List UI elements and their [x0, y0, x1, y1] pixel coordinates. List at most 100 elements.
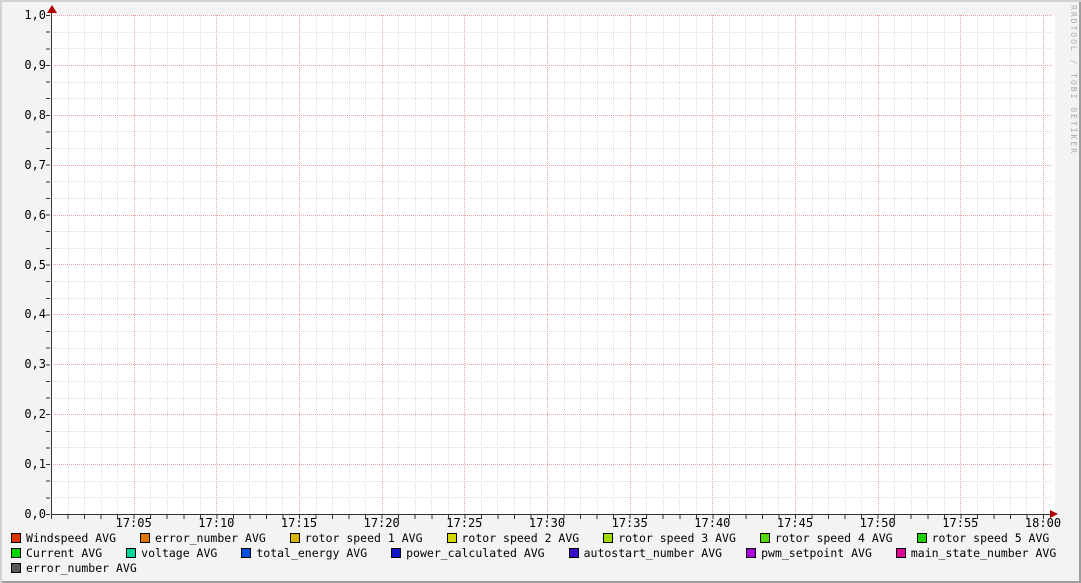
legend-item: rotor speed 5 AVG — [917, 531, 1050, 545]
legend-item: autostart_number AVG — [569, 546, 722, 560]
y-tick-label: 0,2 — [6, 408, 46, 420]
legend-item: Windspeed AVG — [11, 531, 116, 545]
legend-item: main_state_number AVG — [896, 546, 1056, 560]
y-tick-label: 0,0 — [6, 508, 46, 520]
x-tick-label: 17:25 — [442, 517, 486, 529]
y-tick-label: 0,3 — [6, 358, 46, 370]
legend-row: error_number AVG — [11, 560, 1056, 575]
y-tick-label: 0,8 — [6, 109, 46, 121]
legend-color-swatch — [290, 533, 300, 543]
legend-label: rotor speed 1 AVG — [305, 531, 423, 545]
y-tick-label: 0,9 — [6, 59, 46, 71]
legend-item: rotor speed 2 AVG — [447, 531, 580, 545]
legend-label: rotor speed 4 AVG — [775, 531, 893, 545]
legend-color-swatch — [11, 533, 21, 543]
legend-label: pwm_setpoint AVG — [761, 546, 872, 560]
legend-item: power_calculated AVG — [391, 546, 544, 560]
legend-color-swatch — [569, 548, 579, 558]
x-tick-label: 17:15 — [277, 517, 321, 529]
legend-color-swatch — [603, 533, 613, 543]
x-tick-label: 17:45 — [773, 517, 817, 529]
legend-color-swatch — [447, 533, 457, 543]
legend-color-swatch — [140, 533, 150, 543]
legend-item: Current AVG — [11, 546, 102, 560]
y-axis-line — [51, 9, 52, 514]
gridline-horizontal — [51, 281, 1052, 282]
x-tick-label: 17:40 — [690, 517, 734, 529]
gridline-horizontal — [51, 198, 1052, 199]
x-tick-label: 17:55 — [938, 517, 982, 529]
legend-label: Current AVG — [26, 546, 102, 560]
legend-color-swatch — [917, 533, 927, 543]
y-tick-label: 0,7 — [6, 159, 46, 171]
watermark: RRDTOOL / TOBI OETIKER — [1069, 5, 1078, 155]
x-tick-label: 17:10 — [194, 517, 238, 529]
gridline-horizontal — [51, 215, 1052, 216]
gridline-horizontal — [51, 98, 1052, 99]
gridline-horizontal — [51, 364, 1052, 365]
legend-label: error_number AVG — [26, 561, 137, 575]
legend-item: rotor speed 3 AVG — [603, 531, 736, 545]
gridline-horizontal — [51, 165, 1052, 166]
legend-label: rotor speed 5 AVG — [932, 531, 1050, 545]
gridline-horizontal — [51, 15, 1052, 16]
y-tick-label: 0,1 — [6, 458, 46, 470]
legend-color-swatch — [760, 533, 770, 543]
y-tick-label: 1,0 — [6, 9, 46, 21]
legend-color-swatch — [11, 563, 21, 573]
legend-label: power_calculated AVG — [406, 546, 544, 560]
y-tick-label: 0,6 — [6, 209, 46, 221]
legend-color-swatch — [11, 548, 21, 558]
gridline-horizontal — [51, 115, 1052, 116]
gridline-horizontal — [51, 447, 1052, 448]
legend-item: error_number AVG — [140, 531, 266, 545]
legend-label: error_number AVG — [155, 531, 266, 545]
legend-label: total_energy AVG — [256, 546, 367, 560]
gridline-horizontal — [51, 131, 1052, 132]
gridline-horizontal — [51, 381, 1052, 382]
x-axis-line — [51, 514, 1051, 515]
legend-row: Windspeed AVG error_number AVG rotor speed… — [11, 530, 1056, 545]
gridline-horizontal — [51, 464, 1052, 465]
x-tick-label: 17:05 — [112, 517, 156, 529]
x-tick-label: 17:35 — [608, 517, 652, 529]
gridline-horizontal — [51, 431, 1052, 432]
legend-color-swatch — [241, 548, 251, 558]
legend-item: error_number AVG — [11, 561, 137, 575]
legend-label: main_state_number AVG — [911, 546, 1056, 560]
gridline-horizontal — [51, 348, 1052, 349]
x-tick-label: 18:00 — [1021, 517, 1065, 529]
gridline-horizontal — [51, 148, 1052, 149]
gridline-horizontal — [51, 398, 1052, 399]
rrdtool-graph: 1,0 0,9 0,8 0,7 0,6 0,5 0,4 0,3 0,2 0,1 0,0 17:05 1… — [0, 0, 1081, 583]
legend-color-swatch — [391, 548, 401, 558]
legend-label: voltage AVG — [141, 546, 217, 560]
legend-color-swatch — [126, 548, 136, 558]
gridline-horizontal — [51, 481, 1052, 482]
gridline-horizontal — [51, 314, 1052, 315]
gridline-horizontal — [51, 248, 1052, 249]
legend-row: Current AVG voltage AVG total_energy AVG po… — [11, 545, 1056, 560]
legend-item: rotor speed 4 AVG — [760, 531, 893, 545]
legend-label: autostart_number AVG — [584, 546, 722, 560]
plot-area — [51, 15, 1055, 514]
legend-item: rotor speed 1 AVG — [290, 531, 423, 545]
gridline-horizontal — [51, 331, 1052, 332]
y-tick-label: 0,5 — [6, 259, 46, 271]
gridline-horizontal — [51, 231, 1052, 232]
gridline-horizontal — [51, 32, 1052, 33]
legend-label: rotor speed 3 AVG — [618, 531, 736, 545]
gridline-horizontal — [51, 82, 1052, 83]
y-tick-label: 0,4 — [6, 308, 46, 320]
legend-item: total_energy AVG — [241, 546, 367, 560]
gridline-horizontal — [51, 264, 1052, 265]
legend-color-swatch — [746, 548, 756, 558]
y-axis-arrow-icon — [47, 5, 57, 13]
gridline-horizontal — [51, 65, 1052, 66]
x-tick-label: 17:20 — [360, 517, 404, 529]
gridline-horizontal — [51, 181, 1052, 182]
y-axis-ticks — [46, 15, 50, 515]
legend-label: rotor speed 2 AVG — [462, 531, 580, 545]
x-tick-label: 17:50 — [856, 517, 900, 529]
legend-color-swatch — [896, 548, 906, 558]
